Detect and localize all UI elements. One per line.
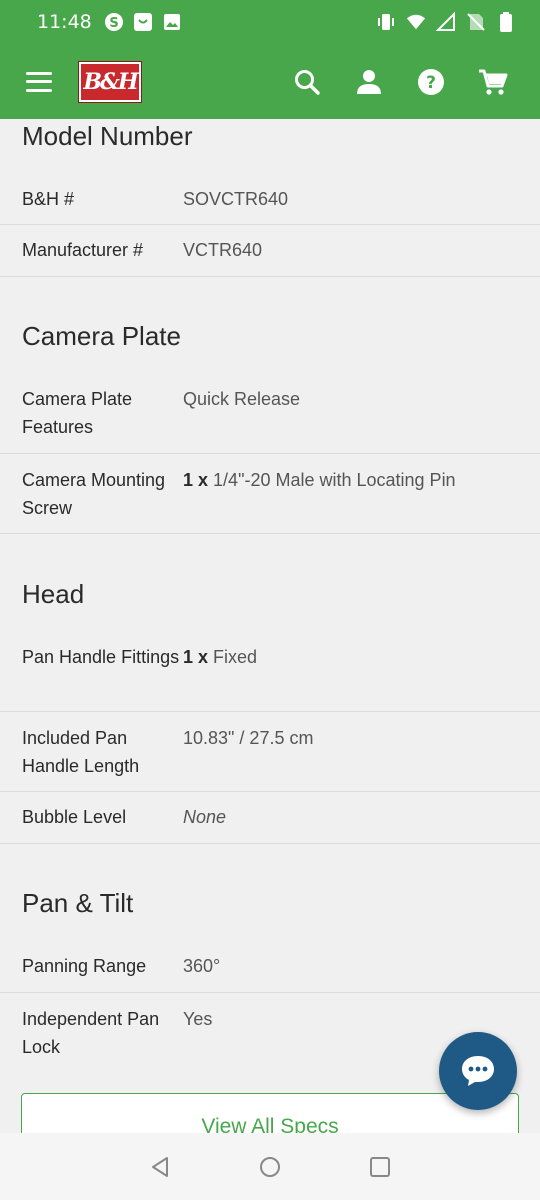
- search-button[interactable]: [276, 60, 338, 104]
- svg-text:S: S: [109, 16, 118, 31]
- spec-row: Bubble Level None: [0, 792, 540, 844]
- menu-bar: [26, 71, 52, 75]
- spec-label: Camera Plate Features: [22, 389, 133, 437]
- spec-value: 1 x 1/4"-20 Male with Locating Pin: [183, 466, 456, 533]
- spec-label: Included Pan Handle Length: [22, 728, 140, 776]
- chat-button[interactable]: [439, 1032, 517, 1110]
- spec-value: VCTR640: [183, 240, 263, 260]
- account-icon: [357, 69, 381, 94]
- account-button[interactable]: [338, 60, 400, 104]
- vibrate-icon: [376, 12, 396, 32]
- home-button[interactable]: [250, 1147, 290, 1187]
- spec-qty: 1 x: [183, 470, 209, 490]
- chat-bubble-icon: [462, 1056, 494, 1086]
- status-bar: 11:48 S: [0, 0, 540, 44]
- spec-row: B&H # SOVCTR640: [0, 171, 540, 225]
- spec-value: Quick Release: [183, 389, 301, 409]
- spec-value-text: Fixed: [213, 647, 258, 667]
- system-nav-bar: [0, 1133, 540, 1200]
- no-sim-icon: [466, 12, 486, 32]
- bh-logo[interactable]: B&H: [78, 60, 142, 103]
- spec-label: Pan Handle Fittings: [22, 647, 180, 667]
- spec-label: Manufacturer #: [22, 240, 144, 260]
- battery-icon: [496, 12, 516, 32]
- back-button[interactable]: [140, 1147, 180, 1187]
- spec-row: Camera Mounting Screw 1 x 1/4"-20 Male w…: [0, 454, 540, 534]
- spec-label: Independent Pan Lock: [22, 1009, 160, 1057]
- spec-value: None: [183, 803, 226, 843]
- status-time: 11:48: [37, 11, 92, 33]
- view-all-specs-button[interactable]: View All Specs: [21, 1093, 519, 1133]
- wifi-icon: [406, 12, 426, 32]
- spec-label: B&H #: [22, 189, 75, 209]
- spec-value-text: None: [183, 807, 227, 827]
- spec-row: Camera Plate Features Quick Release: [0, 371, 540, 454]
- menu-bar: [26, 88, 52, 92]
- back-icon: [152, 1156, 168, 1177]
- spec-row: Included Pan Handle Length 10.83" / 27.5…: [0, 712, 540, 792]
- help-button[interactable]: ?: [400, 60, 462, 104]
- spec-value: 1 x Fixed: [183, 643, 257, 711]
- spec-row: Pan Handle Fittings 1 x Fixed: [0, 629, 540, 712]
- spec-value-text: 1/4"-20 Male with Locating Pin: [213, 470, 456, 490]
- menu-button[interactable]: [26, 71, 52, 92]
- cart-button[interactable]: [462, 60, 524, 104]
- section-title-model-number: Model Number: [22, 121, 193, 151]
- recents-button[interactable]: [360, 1147, 400, 1187]
- s-circle-icon: S: [104, 12, 124, 32]
- spec-qty: 1 x: [183, 647, 209, 667]
- app-header: B&H ?: [0, 44, 540, 119]
- image-icon: [162, 12, 182, 32]
- spec-row: Panning Range 360°: [0, 939, 540, 993]
- spec-value: SOVCTR640: [183, 189, 289, 209]
- spec-value: 10.83" / 27.5 cm: [183, 728, 314, 748]
- svg-text:?: ?: [426, 73, 436, 93]
- help-icon: ?: [418, 68, 444, 95]
- section-title-pan-tilt: Pan & Tilt: [22, 888, 134, 918]
- spec-row: Manufacturer # VCTR640: [0, 225, 540, 277]
- section-title-camera-plate: Camera Plate: [22, 321, 181, 351]
- section-title-head: Head: [22, 579, 85, 609]
- home-icon: [260, 1156, 280, 1177]
- spec-label: Camera Mounting Screw: [22, 470, 166, 518]
- signal-icon: [436, 12, 456, 32]
- spec-label: Bubble Level: [22, 807, 127, 827]
- search-icon: [295, 69, 320, 95]
- menu-bar: [26, 80, 52, 83]
- spec-value: 360°: [183, 956, 221, 976]
- shopping-bag-icon: [133, 12, 153, 32]
- spec-label: Panning Range: [22, 956, 147, 976]
- cart-icon: [479, 69, 508, 95]
- spec-value: Yes: [183, 1009, 213, 1029]
- recents-icon: [370, 1156, 390, 1177]
- specs-content[interactable]: Model Number B&H # SOVCTR640 Manufacture…: [0, 119, 540, 1133]
